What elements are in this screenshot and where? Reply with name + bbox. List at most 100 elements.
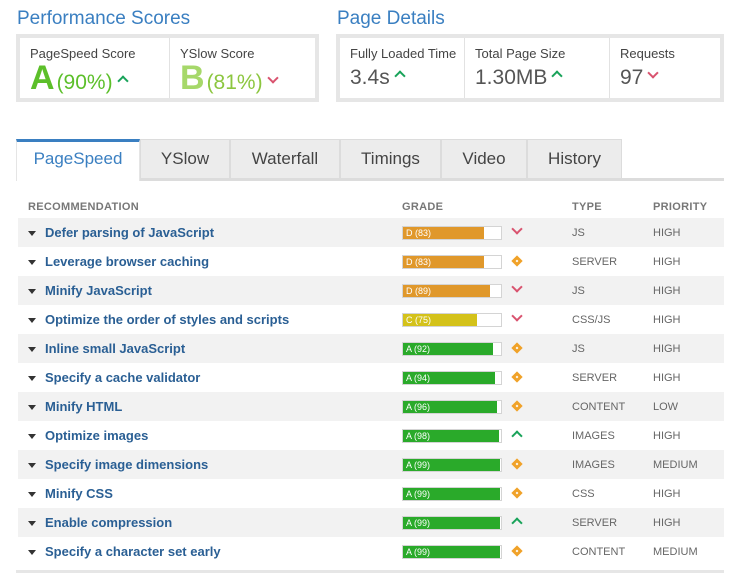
expand-triangle-icon[interactable] [28, 231, 36, 237]
recommendation-type: CONTENT [572, 537, 653, 566]
table-row[interactable]: Enable compression A (99) SERVER HIGH [18, 508, 724, 537]
expand-triangle-icon[interactable] [28, 376, 36, 382]
recommendation-type: CSS/JS [572, 305, 653, 334]
pagespeed-grade: A [30, 59, 55, 97]
grade-bar-fill: A (99) [403, 487, 501, 500]
grade-bar: C (75) [402, 312, 502, 327]
recommendation-priority: HIGH [653, 421, 724, 450]
tab-pagespeed[interactable]: PageSpeed [16, 139, 140, 181]
grade-bar-fill: D (83) [403, 226, 485, 239]
grade-bar: A (99) [402, 515, 502, 530]
trend-up-icon [551, 70, 564, 82]
recommendation-priority: HIGH [653, 479, 724, 508]
recommendation-name[interactable]: Leverage browser caching [45, 254, 209, 269]
table-row[interactable]: Specify a character set early A (99) CONTE… [18, 537, 724, 566]
recommendation-type: SERVER [572, 247, 653, 276]
expand-triangle-icon[interactable] [28, 405, 36, 411]
recommendation-priority: HIGH [653, 247, 724, 276]
grade-bar-fill: A (99) [403, 545, 501, 558]
recommendation-name[interactable]: Optimize the order of styles and scripts [45, 312, 289, 327]
recommendation-name[interactable]: Specify a character set early [45, 544, 221, 559]
total-page-size: Total Page Size 1.30MB [465, 38, 610, 98]
table-row[interactable]: Optimize images A (98) IMAGES HIGH [18, 421, 724, 450]
table-bottom-border [16, 570, 724, 573]
table-row[interactable]: Minify CSS A (99) CSS HIGH [18, 479, 724, 508]
recommendation-name[interactable]: Minify HTML [45, 399, 122, 414]
tab-timings[interactable]: Timings [340, 139, 441, 178]
grade-bar-fill: D (89) [403, 284, 491, 297]
table-row[interactable]: Optimize the order of styles and scripts… [18, 305, 724, 334]
diamond-icon [511, 370, 523, 383]
yslow-percent: (81%) [206, 71, 263, 94]
recommendation-name[interactable]: Inline small JavaScript [45, 341, 185, 356]
header-recommendation: RECOMMENDATION [28, 201, 139, 213]
chevron-up-icon [511, 429, 523, 442]
fully-loaded-value: 3.4s [350, 66, 390, 89]
recommendation-type: CSS [572, 479, 653, 508]
performance-scores-panel: PageSpeed Score A (90%) YSlow Score B (8… [16, 34, 319, 102]
recommendation-name[interactable]: Minify CSS [45, 486, 113, 501]
grade-bar: A (99) [402, 544, 502, 559]
diamond-icon [511, 399, 523, 412]
expand-triangle-icon[interactable] [28, 260, 36, 266]
diamond-icon [511, 486, 523, 499]
expand-triangle-icon[interactable] [28, 318, 36, 324]
trend-up-icon [394, 70, 406, 82]
tab-video[interactable]: Video [441, 139, 527, 178]
report-tabs: PageSpeed YSlow Waterfall Timings Video … [16, 139, 724, 181]
recommendation-priority: HIGH [653, 363, 724, 392]
grade-bar: D (89) [402, 283, 502, 298]
table-row[interactable]: Specify image dimensions A (99) IMAGES MEDI… [18, 450, 724, 479]
table-row[interactable]: Inline small JavaScript A (92) JS HIGH [18, 334, 724, 363]
recommendation-priority: HIGH [653, 218, 724, 247]
yslow-grade: B [180, 59, 205, 97]
table-row[interactable]: Minify JavaScript D (89) JS HIGH [18, 276, 724, 305]
grade-bar-fill: A (92) [403, 342, 494, 355]
grade-bar-fill: A (94) [403, 371, 496, 384]
header-grade: GRADE [402, 201, 444, 213]
expand-triangle-icon[interactable] [28, 521, 36, 527]
yslow-score: YSlow Score B (81%) [170, 38, 315, 98]
table-row[interactable]: Minify HTML A (96) CONTENT LOW [18, 392, 724, 421]
recommendation-name[interactable]: Specify image dimensions [45, 457, 208, 472]
chevron-up-icon [511, 516, 523, 529]
page-details-title: Page Details [337, 8, 445, 29]
table-row[interactable]: Defer parsing of JavaScript D (83) JS HIGH [18, 218, 724, 247]
expand-triangle-icon[interactable] [28, 492, 36, 498]
recommendation-name[interactable]: Defer parsing of JavaScript [45, 225, 214, 240]
recommendation-priority: HIGH [653, 508, 724, 537]
recommendation-name[interactable]: Specify a cache validator [45, 370, 200, 385]
chevron-down-icon [511, 222, 523, 235]
grade-bar: A (98) [402, 428, 502, 443]
grade-bar-fill: A (99) [403, 516, 501, 529]
tab-history[interactable]: History [527, 139, 622, 178]
grade-bar: A (92) [402, 341, 502, 356]
recommendation-type: JS [572, 218, 653, 247]
expand-triangle-icon[interactable] [28, 550, 36, 556]
table-row[interactable]: Leverage browser caching D (83) SERVER HIGH [18, 247, 724, 276]
table-row[interactable]: Specify a cache validator A (94) SERVER HIG… [18, 363, 724, 392]
chevron-down-icon [511, 280, 523, 293]
diamond-icon [511, 544, 523, 557]
trend-down-icon [266, 72, 279, 84]
recommendation-name[interactable]: Optimize images [45, 428, 148, 443]
recommendation-type: SERVER [572, 363, 653, 392]
expand-triangle-icon[interactable] [28, 289, 36, 295]
tab-waterfall[interactable]: Waterfall [230, 139, 340, 178]
grade-bar-fill: C (75) [403, 313, 477, 326]
expand-triangle-icon[interactable] [28, 347, 36, 353]
expand-triangle-icon[interactable] [28, 434, 36, 440]
grade-bar: A (99) [402, 486, 502, 501]
recommendation-name[interactable]: Enable compression [45, 515, 172, 530]
grade-bar-fill: A (98) [403, 429, 500, 442]
tab-yslow[interactable]: YSlow [140, 139, 230, 178]
expand-triangle-icon[interactable] [28, 463, 36, 469]
recommendation-priority: LOW [653, 392, 724, 421]
page-details-panel: Fully Loaded Time 3.4s Total Page Size 1… [336, 34, 724, 102]
recommendation-priority: HIGH [653, 334, 724, 363]
total-page-size-value: 1.30MB [475, 66, 548, 89]
grade-bar: A (96) [402, 399, 502, 414]
recommendation-name[interactable]: Minify JavaScript [45, 283, 152, 298]
trend-down-icon [647, 67, 660, 79]
grade-bar-fill: D (83) [403, 255, 485, 268]
